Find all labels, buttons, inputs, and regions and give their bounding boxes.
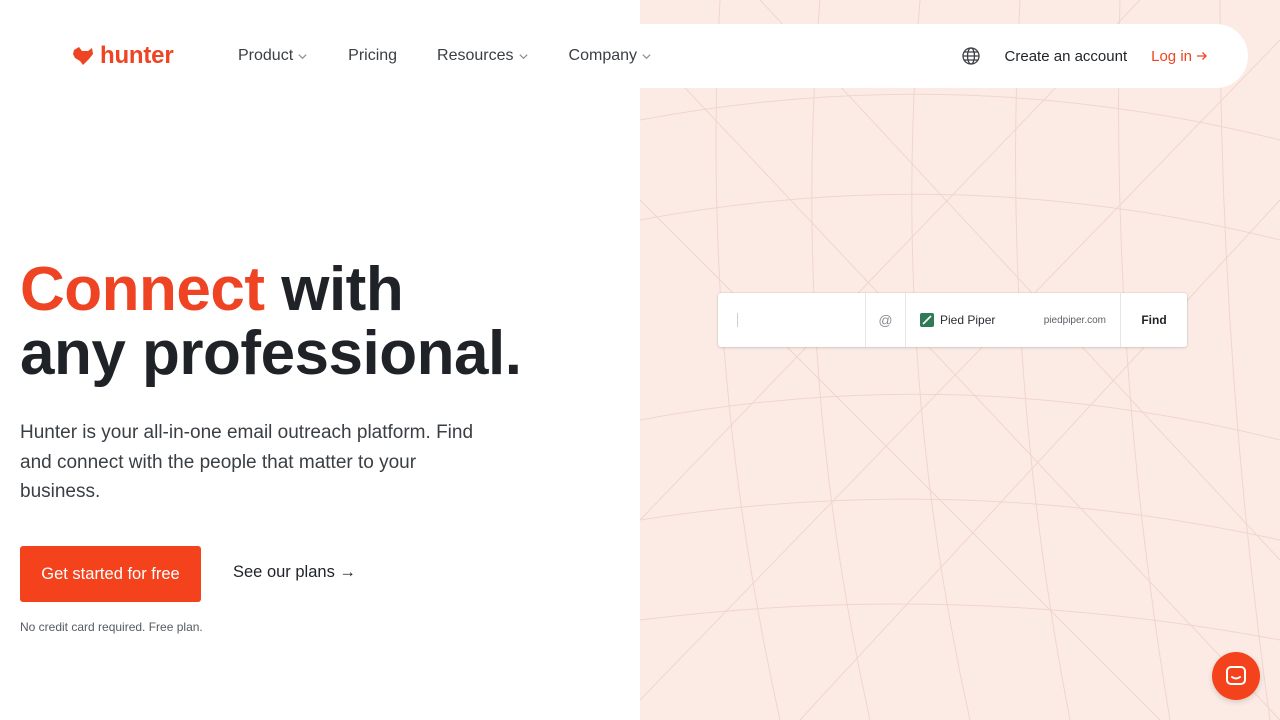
email-finder-widget: @ Pied Piper piedpiper.com Find [718, 293, 1187, 347]
company-field[interactable]: Pied Piper piedpiper.com [906, 293, 1121, 347]
no-credit-card-note: No credit card required. Free plan. [20, 620, 203, 634]
brand-name: hunter [100, 42, 174, 69]
hero-title-line2: any professional. [20, 319, 522, 388]
login-label: Log in [1151, 47, 1192, 65]
hero-title: Connect with any professional. [20, 255, 522, 388]
hero-title-accent: Connect [20, 255, 265, 324]
nav-pricing-label: Pricing [348, 47, 398, 64]
at-symbol: @ [866, 293, 906, 347]
fox-logo-icon [73, 47, 93, 65]
globe-icon[interactable] [961, 46, 981, 66]
pied-piper-logo-icon [920, 313, 934, 327]
company-domain: piedpiper.com [1043, 314, 1106, 326]
header-actions: Create an account Log in [961, 24, 1208, 88]
chevron-down-icon [518, 53, 528, 59]
chevron-down-icon [642, 53, 651, 59]
nav-resources-label: Resources [437, 47, 514, 64]
hero-title-rest: with [264, 255, 404, 324]
nav-product-label: Product [238, 47, 294, 64]
see-plans-link[interactable]: See our plans → [233, 563, 356, 582]
login-link[interactable]: Log in [1151, 48, 1208, 65]
top-navigation: hunter Product Pricing Resources Company… [0, 24, 1248, 88]
hero-background-panel [640, 0, 1280, 720]
nav-resources[interactable]: Resources [437, 47, 528, 65]
name-input[interactable] [718, 293, 866, 347]
text-caret [737, 313, 738, 327]
get-started-button[interactable]: Get started for free [20, 546, 201, 602]
chat-launcher-button[interactable] [1212, 652, 1260, 700]
nav-company[interactable]: Company [569, 47, 652, 65]
company-name: Pied Piper [940, 313, 996, 327]
nav-company-label: Company [568, 47, 638, 64]
create-account-link[interactable]: Create an account [1005, 48, 1128, 65]
chevron-down-icon [298, 53, 307, 59]
hunter-logo[interactable]: hunter [72, 42, 174, 70]
grid-pattern [640, 0, 1280, 720]
nav-pricing[interactable]: Pricing [348, 47, 397, 65]
arrow-right-icon [1197, 52, 1207, 60]
hero-description: Hunter is your all-in-one email outreach… [20, 422, 474, 502]
main-nav: Product Pricing Resources Company [238, 24, 692, 88]
find-button[interactable]: Find [1121, 293, 1187, 347]
nav-product[interactable]: Product [238, 47, 308, 65]
chat-icon [1226, 666, 1246, 685]
